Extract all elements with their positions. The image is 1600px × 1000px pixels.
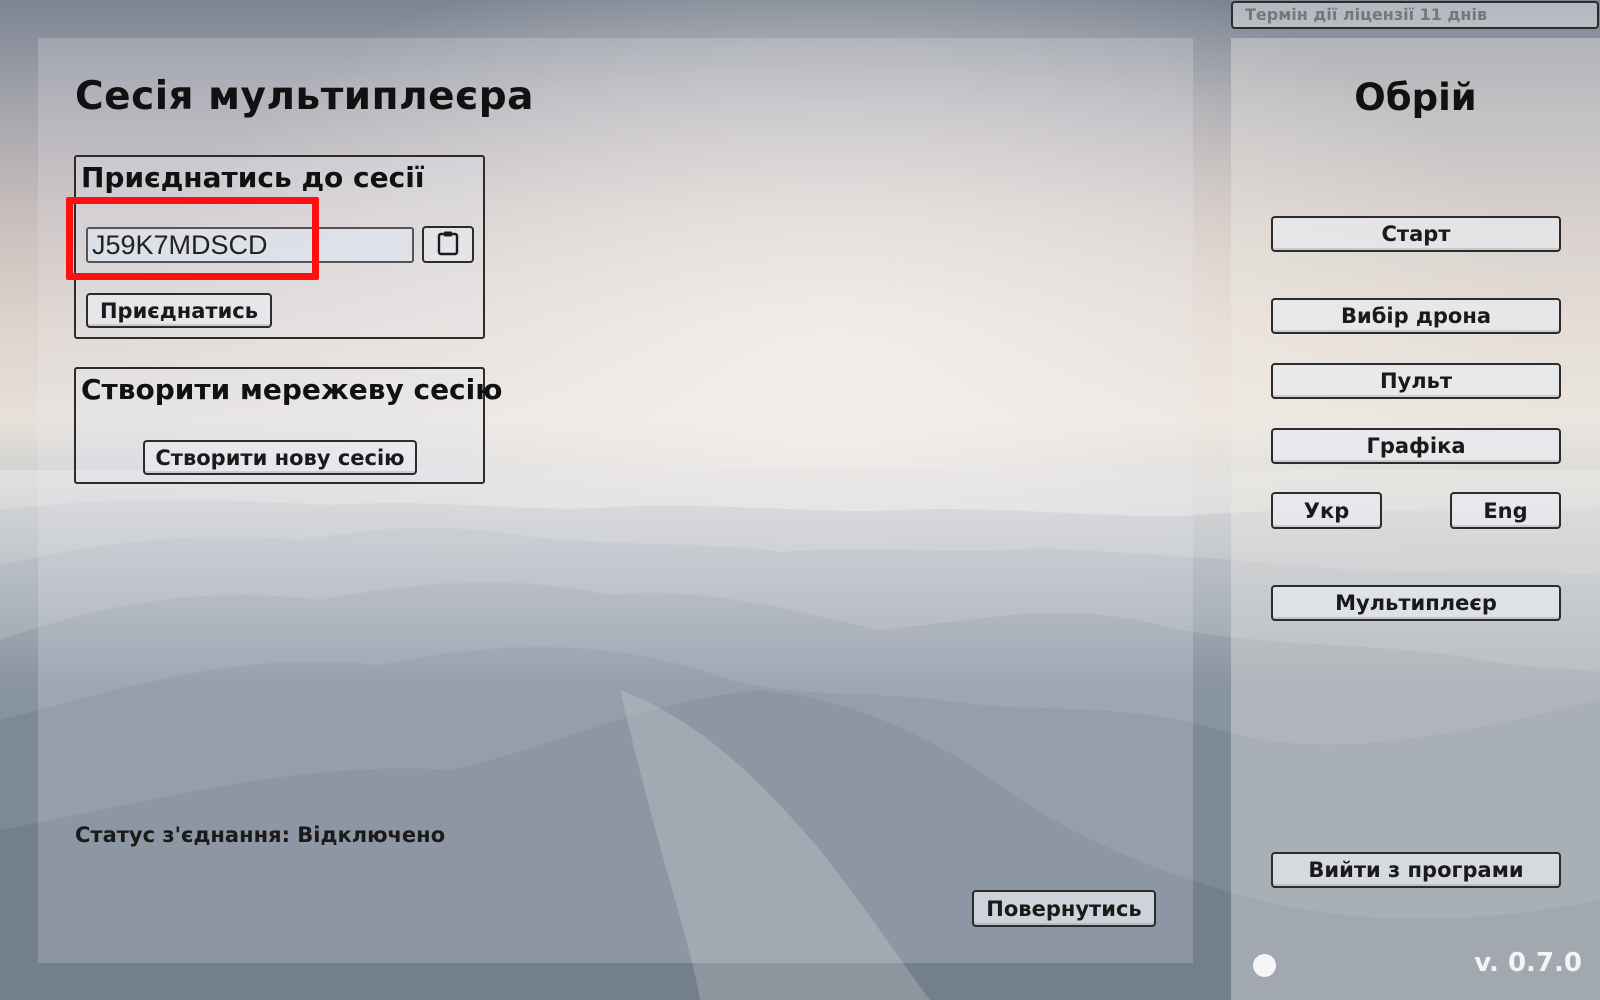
- version-label: v. 0.7.0: [1474, 948, 1582, 978]
- controller-button[interactable]: Пульт: [1271, 363, 1561, 399]
- status-indicator-dot: [1253, 954, 1276, 977]
- language-ukrainian-button[interactable]: Укр: [1271, 492, 1382, 529]
- start-button[interactable]: Старт: [1271, 216, 1561, 252]
- app-title: Обрій: [1354, 76, 1477, 119]
- graphics-button[interactable]: Графіка: [1271, 428, 1561, 464]
- page-title: Сесія мультиплеєра: [75, 74, 534, 119]
- language-english-button[interactable]: Eng: [1450, 492, 1561, 529]
- back-button[interactable]: Повернутись: [972, 890, 1156, 927]
- session-code-input[interactable]: [86, 227, 414, 263]
- paste-button[interactable]: [422, 226, 474, 263]
- drone-select-button[interactable]: Вибір дрона: [1271, 298, 1561, 334]
- clipboard-icon: [436, 230, 460, 260]
- license-status-bar: Термін дії ліцензії 11 днів: [1231, 1, 1599, 29]
- multiplayer-button[interactable]: Мультиплеєр: [1271, 585, 1561, 621]
- join-session-group: Приєднатись до сесії Приєднатись: [74, 155, 485, 339]
- join-session-title: Приєднатись до сесії: [81, 161, 425, 194]
- join-button[interactable]: Приєднатись: [86, 293, 272, 328]
- exit-button[interactable]: Вийти з програми: [1271, 852, 1561, 888]
- create-session-group: Створити мережеву сесію Створити нову се…: [74, 367, 502, 484]
- create-session-title: Створити мережеву сесію: [81, 373, 503, 406]
- connection-status: Статус з'єднання: Відключено: [75, 823, 446, 847]
- create-session-button[interactable]: Створити нову сесію: [143, 440, 417, 475]
